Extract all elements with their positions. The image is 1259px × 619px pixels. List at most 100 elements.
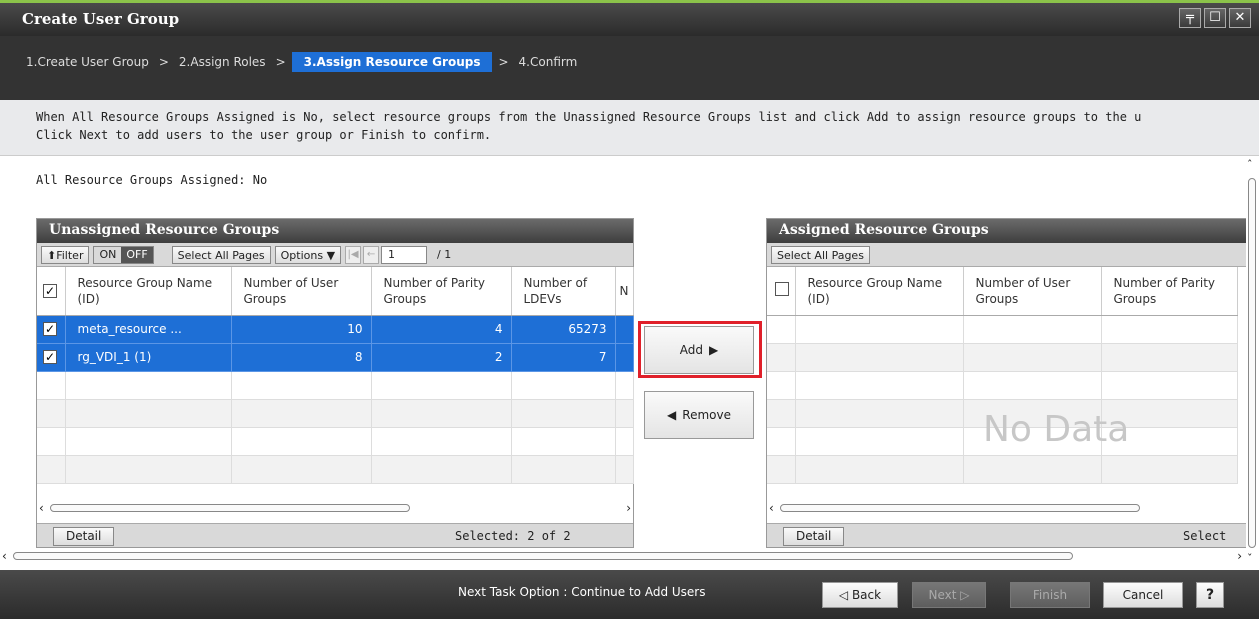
column-header[interactable]: N (615, 267, 634, 316)
empty-row (767, 371, 1238, 400)
all-assigned-label: All Resource Groups Assigned: (36, 173, 246, 187)
table-row[interactable]: ✓ meta_resource ... 10 4 65273 (37, 315, 634, 344)
row-checkbox[interactable]: ✓ (37, 315, 66, 344)
filter-toggle[interactable]: ON OFF (93, 245, 154, 264)
step-separator: > (158, 55, 169, 69)
instructions: When All Resource Groups Assigned is No,… (0, 100, 1259, 156)
column-header[interactable]: Resource Group Name (ID) (65, 267, 232, 316)
pager: |◀ ← 1 / 1 (345, 245, 452, 264)
select-all-checkbox[interactable]: ✓ (37, 267, 66, 316)
assigned-toolbar: Select All Pages (767, 243, 1246, 267)
toggle-on[interactable]: ON (94, 247, 121, 263)
scroll-thumb[interactable] (49, 504, 410, 512)
title-bar: Create User Group ╤ ☐ ✕ (0, 0, 1259, 36)
column-header[interactable]: Number of User Groups (231, 267, 372, 316)
scroll-left-icon[interactable]: ‹ (2, 549, 7, 563)
window-controls: ╤ ☐ ✕ (1179, 8, 1251, 28)
step-separator: > (275, 55, 286, 69)
unassigned-toolbar: ⬆Filter ON OFF Select All Pages Options … (37, 243, 633, 267)
cell-parity-groups: 4 (371, 315, 512, 344)
column-header[interactable]: Number of Parity Groups (1101, 267, 1238, 316)
select-all-pages-button[interactable]: Select All Pages (171, 245, 271, 264)
assigned-table: Resource Group Name (ID) Number of User … (767, 267, 1238, 484)
instructions-line-1: When All Resource Groups Assigned is No,… (36, 110, 1142, 124)
unassigned-footer: Detail Selected: 2 of 2 (37, 523, 633, 547)
empty-row (767, 343, 1238, 372)
scroll-thumb[interactable] (12, 552, 1073, 560)
close-icon[interactable]: ✕ (1229, 8, 1251, 28)
footer-bar: Next Task Option : Continue to Add Users… (0, 570, 1259, 619)
next-button[interactable]: Next ▷ (912, 582, 986, 608)
cell-name: meta_resource ... (65, 315, 232, 344)
assigned-panel: Assigned Resource Groups Select All Page… (766, 218, 1246, 548)
maximize-icon[interactable]: ☐ (1204, 8, 1226, 28)
scroll-right-icon[interactable]: › (1237, 549, 1242, 563)
unassigned-table: ✓ Resource Group Name (ID) Number of Use… (37, 267, 634, 484)
cell-parity-groups: 2 (371, 343, 512, 372)
empty-row (37, 371, 634, 400)
row-checkbox[interactable]: ✓ (37, 343, 66, 372)
help-button[interactable]: ? (1196, 582, 1224, 608)
content-area: All Resource Groups Assigned: No Unassig… (0, 156, 1259, 570)
all-assigned-status: All Resource Groups Assigned: No (36, 173, 267, 187)
step-confirm: 4.Confirm (518, 55, 578, 69)
empty-row (37, 455, 634, 484)
toggle-off[interactable]: OFF (121, 246, 153, 263)
column-header[interactable]: Resource Group Name (ID) (795, 267, 964, 316)
table-row[interactable]: ✓ rg_VDI_1 (1) 8 2 7 (37, 343, 634, 372)
cell-user-groups: 10 (231, 315, 372, 344)
empty-row (767, 315, 1238, 344)
all-assigned-value: No (252, 173, 268, 187)
cancel-button[interactable]: Cancel (1103, 582, 1183, 608)
cell-ldevs: 65273 (511, 315, 616, 344)
selected-count: Selected: 2 of 2 (455, 529, 571, 543)
next-arrow-icon: ▷ (960, 588, 970, 602)
cell-user-groups: 8 (231, 343, 372, 372)
detail-button[interactable]: Detail (783, 527, 845, 546)
detail-button[interactable]: Detail (53, 527, 115, 546)
column-header[interactable]: Number of User Groups (963, 267, 1102, 316)
scroll-up-icon[interactable]: ˆ (1247, 158, 1253, 171)
empty-row (37, 427, 634, 456)
options-button[interactable]: Options ▼ (274, 245, 342, 264)
assigned-hscrollbar[interactable]: ‹ (769, 501, 1243, 515)
select-all-checkbox[interactable] (767, 267, 796, 316)
prev-page-icon[interactable]: ← (363, 245, 380, 264)
filter-icon: ⬆ (47, 248, 57, 262)
select-all-pages-button[interactable]: Select All Pages (771, 245, 870, 264)
scroll-down-icon[interactable]: ˇ (1247, 552, 1253, 565)
window-title: Create User Group (22, 10, 180, 28)
step-separator: > (498, 55, 509, 69)
empty-row (767, 455, 1238, 484)
back-arrow-icon: ◁ (838, 588, 849, 602)
filter-button[interactable]: ⬆Filter (41, 245, 90, 264)
page-number-input[interactable]: 1 (381, 245, 428, 264)
scroll-left-icon[interactable]: ‹ (769, 501, 774, 515)
cell-ldevs: 7 (511, 343, 616, 372)
scroll-thumb[interactable] (779, 504, 1140, 512)
unassigned-hscrollbar[interactable]: ‹ › (39, 501, 631, 515)
page-hscrollbar[interactable]: ‹ › (2, 549, 1242, 563)
table-header-row: Resource Group Name (ID) Number of User … (767, 267, 1238, 316)
scroll-right-icon[interactable]: › (626, 501, 631, 515)
first-page-icon[interactable]: |◀ (345, 245, 362, 264)
pin-icon[interactable]: ╤ (1179, 8, 1201, 28)
assigned-footer: Detail Select (767, 523, 1246, 547)
finish-button[interactable]: Finish (1010, 582, 1090, 608)
scroll-left-icon[interactable]: ‹ (39, 501, 44, 515)
cell-extra (615, 315, 634, 344)
chevron-down-icon: ▼ (326, 248, 336, 262)
page-total: / 1 (437, 248, 452, 261)
remove-button[interactable]: ◀ Remove (644, 391, 754, 439)
scroll-thumb[interactable] (1248, 178, 1256, 548)
page-vscrollbar[interactable]: ˆ ˇ (1245, 156, 1259, 570)
cell-name: rg_VDI_1 (1) (65, 343, 232, 372)
column-header[interactable]: Number of Parity Groups (371, 267, 512, 316)
unassigned-title: Unassigned Resource Groups (37, 219, 633, 243)
cell-extra (615, 343, 634, 372)
back-button[interactable]: ◁ Back (822, 582, 898, 608)
assigned-title: Assigned Resource Groups (767, 219, 1246, 243)
highlight-box (638, 321, 762, 378)
column-header[interactable]: Number of LDEVs (511, 267, 616, 316)
step-assign-resource-groups: 3.Assign Resource Groups (291, 52, 493, 72)
